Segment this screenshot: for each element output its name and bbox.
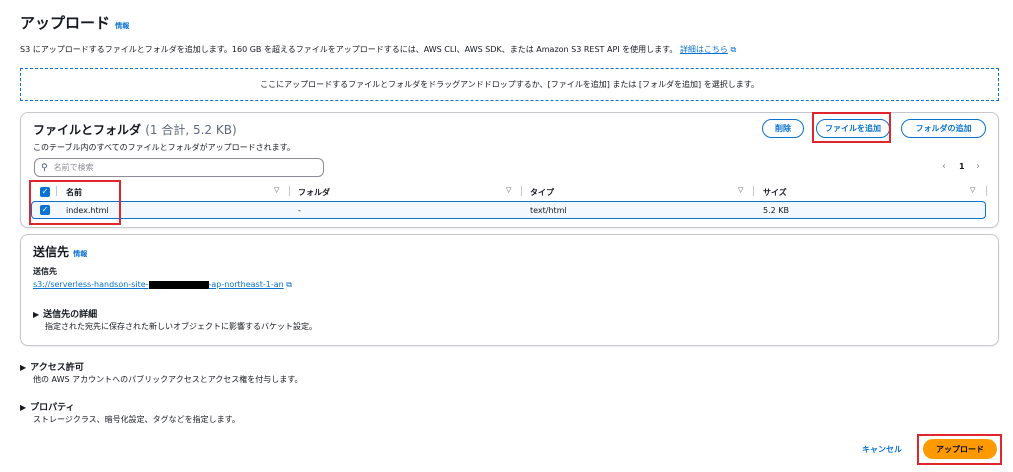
details-link[interactable]: 詳細はこちら bbox=[680, 45, 728, 54]
column-divider bbox=[521, 186, 522, 196]
sort-icon[interactable]: ▽ bbox=[738, 186, 743, 194]
cell-size: 5.2 KB bbox=[763, 206, 789, 215]
destination-url[interactable]: s3://serverless-handson-site- -ap-northea… bbox=[33, 280, 292, 290]
external-link-icon: ⧉ bbox=[730, 45, 737, 54]
column-header-type[interactable]: タイプ bbox=[530, 186, 554, 198]
external-link-icon: ⧉ bbox=[286, 280, 292, 289]
cancel-button[interactable]: キャンセル bbox=[862, 444, 902, 455]
table-row[interactable] bbox=[31, 201, 986, 219]
properties-desc: ストレージクラス、暗号化設定、タグなどを指定します。 bbox=[33, 415, 240, 424]
sort-icon[interactable]: ▽ bbox=[506, 186, 511, 194]
caret-right-icon: ▶ bbox=[20, 363, 27, 372]
highlight-box-name bbox=[29, 180, 121, 225]
info-link[interactable]: 情報 bbox=[115, 22, 129, 30]
destination-details-toggle[interactable]: ▶ 送信先の詳細 bbox=[33, 307, 97, 320]
caret-right-icon: ▶ bbox=[20, 403, 27, 412]
cell-type: text/html bbox=[530, 206, 567, 215]
files-count: (1 合計, 5.2 KB) bbox=[145, 123, 237, 137]
sort-icon[interactable]: ▽ bbox=[970, 186, 975, 194]
search-icon: ⚲ bbox=[41, 162, 48, 173]
column-divider bbox=[289, 186, 290, 196]
sort-icon[interactable]: ▽ bbox=[274, 186, 279, 194]
highlight-box-upload bbox=[917, 434, 1002, 465]
permissions-toggle[interactable]: ▶ アクセス許可 bbox=[20, 360, 84, 373]
highlight-box-add-files bbox=[812, 112, 891, 143]
search-input[interactable]: ⚲ 名前で検索 bbox=[34, 158, 324, 177]
column-divider bbox=[986, 186, 987, 196]
destination-title: 送信先 情報 bbox=[33, 245, 88, 259]
destination-details-desc: 指定された宛先に保存された新しいオブジェクトに影響するバケット設定。 bbox=[45, 322, 317, 331]
files-panel-title: ファイルとフォルダ (1 合計, 5.2 KB) bbox=[33, 123, 237, 137]
info-link[interactable]: 情報 bbox=[73, 250, 87, 258]
next-page-icon[interactable]: › bbox=[976, 161, 980, 172]
page-title: アップロード 情報 bbox=[20, 14, 130, 32]
drop-zone-text: ここにアップロードするファイルとフォルダをドラッグアンドドロップするか、[ファイ… bbox=[260, 80, 759, 89]
files-panel-subtitle: このテーブル内のすべてのファイルとフォルダがアップロードされます。 bbox=[33, 143, 295, 152]
permissions-desc: 他の AWS アカウントへのパブリックアクセスとアクセス権を付与します。 bbox=[33, 375, 303, 384]
delete-button[interactable]: 削除 bbox=[762, 119, 804, 138]
column-header-size[interactable]: サイズ bbox=[763, 186, 787, 198]
page-number[interactable]: 1 bbox=[959, 162, 965, 171]
column-divider bbox=[753, 186, 754, 196]
page-description: S3 にアップロードするファイルとフォルダを追加します。160 GB を超えるフ… bbox=[20, 45, 737, 54]
prev-page-icon[interactable]: ‹ bbox=[942, 161, 946, 172]
drop-zone[interactable]: ここにアップロードするファイルとフォルダをドラッグアンドドロップするか、[ファイ… bbox=[20, 68, 999, 101]
column-header-folder[interactable]: フォルダ bbox=[298, 186, 330, 198]
destination-label: 送信先 bbox=[33, 267, 57, 276]
redacted-bucket bbox=[148, 280, 209, 289]
add-folder-button[interactable]: フォルダの追加 bbox=[901, 119, 986, 138]
caret-right-icon: ▶ bbox=[33, 310, 40, 319]
cell-folder: - bbox=[298, 206, 301, 215]
properties-toggle[interactable]: ▶ プロパティ bbox=[20, 400, 75, 413]
